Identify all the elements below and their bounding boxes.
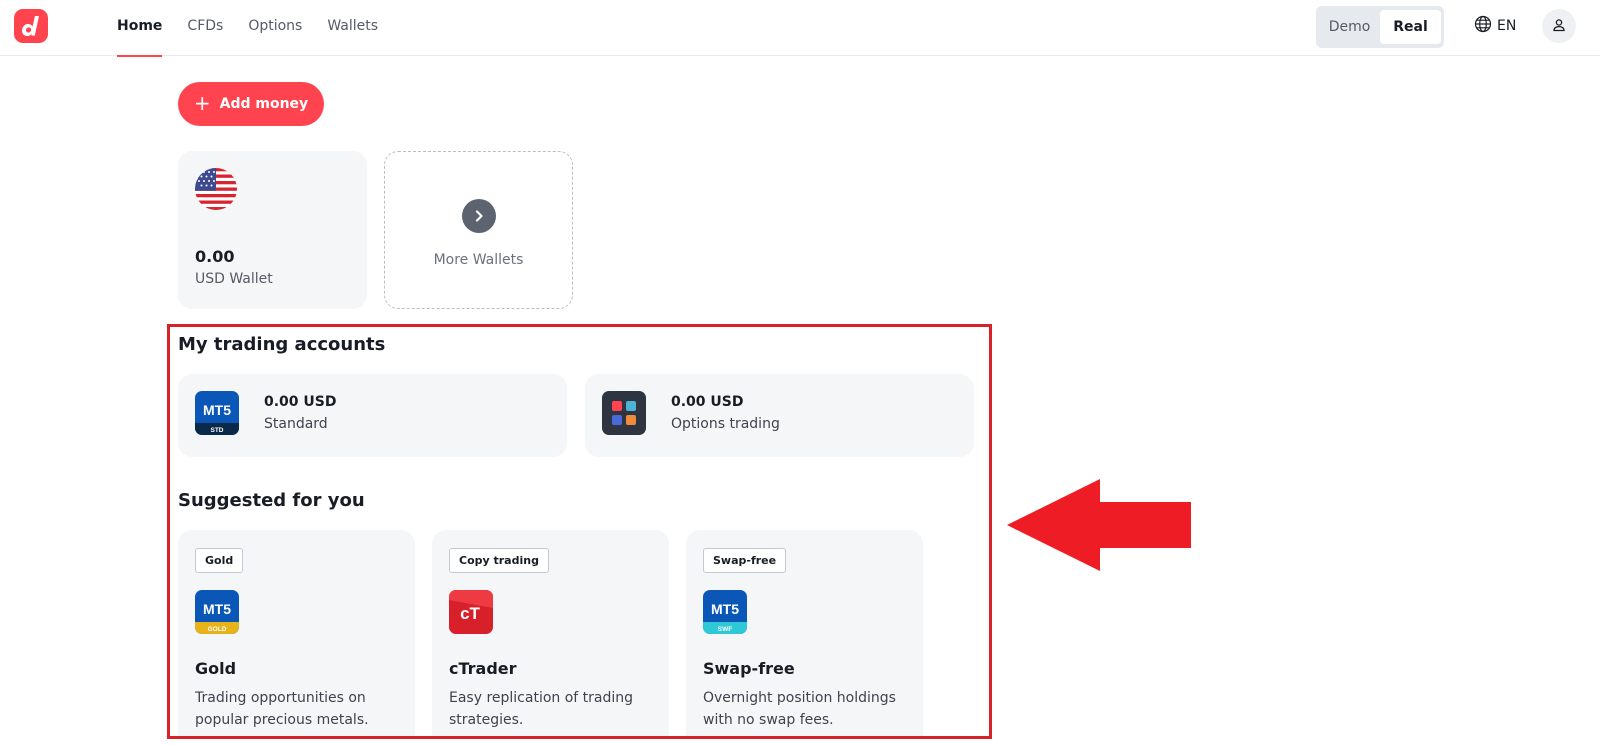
gold-title: Gold bbox=[195, 659, 237, 678]
usd-wallet-balance: 0.00 bbox=[195, 247, 235, 266]
user-icon bbox=[1552, 17, 1566, 36]
us-flag-icon bbox=[195, 168, 237, 210]
main-nav: Home CFDs Options Wallets bbox=[117, 0, 403, 57]
deriv-logo[interactable] bbox=[14, 9, 48, 43]
svg-text:MT5: MT5 bbox=[203, 402, 231, 418]
chevron-right-icon bbox=[462, 199, 496, 233]
account-card-options[interactable]: 0.00 USD Options trading bbox=[585, 374, 974, 457]
standard-name: Standard bbox=[264, 416, 328, 432]
svg-text:cT: cT bbox=[460, 604, 480, 623]
swap-free-description: Overnight position holdings with no swap… bbox=[703, 690, 896, 728]
real-mode-button[interactable]: Real bbox=[1380, 10, 1441, 44]
nav-wallets[interactable]: Wallets bbox=[327, 0, 378, 56]
options-name: Options trading bbox=[671, 416, 780, 432]
globe-icon bbox=[1474, 15, 1492, 37]
gold-description: Trading opportunities on popular preciou… bbox=[195, 690, 369, 728]
svg-text:MT5: MT5 bbox=[711, 601, 739, 617]
suggested-card-ctrader[interactable]: Copy trading cT cTrader Easy replication… bbox=[432, 530, 669, 736]
svg-text:SWF: SWF bbox=[718, 626, 732, 633]
demo-mode-button[interactable]: Demo bbox=[1319, 10, 1380, 44]
language-selector[interactable]: EN bbox=[1474, 14, 1516, 38]
usd-wallet-name: USD Wallet bbox=[195, 271, 273, 287]
svg-text:STD: STD bbox=[211, 427, 224, 434]
account-mode-toggle: Demo Real bbox=[1316, 6, 1444, 48]
nav-home[interactable]: Home bbox=[117, 0, 163, 57]
more-wallets-label: More Wallets bbox=[433, 252, 524, 268]
ctrader-icon: cT bbox=[449, 590, 493, 634]
nav-options[interactable]: Options bbox=[248, 0, 302, 56]
add-money-button[interactable]: + Add money bbox=[178, 82, 324, 126]
standard-balance: 0.00 USD bbox=[264, 394, 337, 410]
suggested-card-swap-free[interactable]: Swap-free MT5 SWF Swap-free Overnight po… bbox=[686, 530, 923, 736]
copy-trading-tag: Copy trading bbox=[449, 548, 549, 573]
suggested-card-gold[interactable]: Gold MT5 GOLD Gold Trading opportunities… bbox=[178, 530, 415, 736]
suggested-title: Suggested for you bbox=[178, 490, 365, 511]
language-code: EN bbox=[1497, 18, 1517, 34]
swap-free-title: Swap-free bbox=[703, 659, 795, 678]
plus-icon: + bbox=[193, 91, 211, 115]
options-balance: 0.00 USD bbox=[671, 394, 744, 410]
mt5-swap-free-icon: MT5 SWF bbox=[703, 590, 747, 634]
account-card-standard[interactable]: MT5 STD 0.00 USD Standard bbox=[178, 374, 567, 457]
gold-tag: Gold bbox=[195, 548, 244, 573]
ctrader-title: cTrader bbox=[449, 659, 517, 678]
ctrader-description: Easy replication of trading strategies. bbox=[449, 690, 634, 728]
more-wallets-card[interactable]: More Wallets bbox=[384, 151, 573, 309]
top-header: Home CFDs Options Wallets Demo Real EN bbox=[0, 0, 1600, 57]
nav-cfds[interactable]: CFDs bbox=[187, 0, 223, 56]
options-trading-icon bbox=[602, 391, 646, 435]
annotation-arrow-left-icon bbox=[1007, 479, 1192, 575]
usd-wallet-card[interactable]: 0.00 USD Wallet bbox=[178, 151, 367, 309]
swap-free-tag: Swap-free bbox=[703, 548, 787, 573]
add-money-label: Add money bbox=[219, 96, 309, 112]
mt5-std-icon: MT5 STD bbox=[195, 391, 239, 435]
svg-text:MT5: MT5 bbox=[203, 601, 231, 617]
profile-button[interactable] bbox=[1542, 9, 1576, 43]
mt5-gold-icon: MT5 GOLD bbox=[195, 590, 239, 634]
trading-accounts-title: My trading accounts bbox=[178, 334, 386, 355]
svg-text:GOLD: GOLD bbox=[208, 626, 227, 633]
